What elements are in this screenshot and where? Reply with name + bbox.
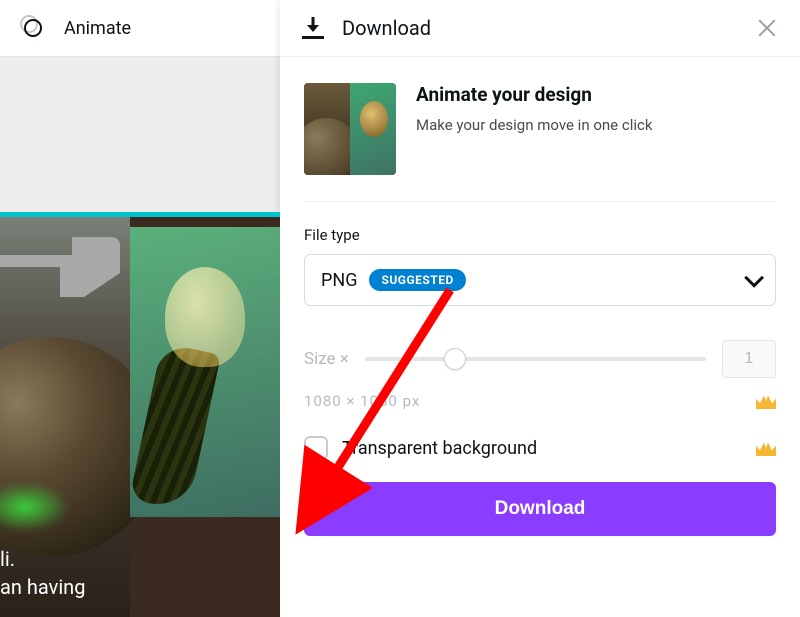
canvas-text-line2: an having [0,575,85,599]
canvas-text-line1: li. [0,547,15,571]
promo-thumbnail [304,83,396,175]
design-canvas[interactable]: li. an having [0,212,280,617]
promo-subtext: Make your design move in one click [416,116,652,134]
crown-icon [756,440,776,456]
dimensions-text: 1080 × 1080 px [304,392,420,410]
size-input[interactable] [722,340,776,378]
size-row: Size × [304,340,776,378]
close-icon[interactable] [756,17,778,39]
filetype-select[interactable]: PNG SUGGESTED [304,254,776,306]
transparent-bg-label: Transparent background [342,438,742,459]
suggested-badge: SUGGESTED [369,269,465,291]
animate-icon[interactable] [20,15,46,41]
top-toolbar-left: Animate [0,0,280,57]
size-slider-thumb[interactable] [444,348,466,370]
download-panel-title: Download [342,16,738,40]
download-panel-body: Animate your design Make your design mov… [280,57,800,536]
download-icon [302,17,324,39]
editor-left-area: Animate li. an having [0,0,280,617]
person-hair [129,343,221,512]
filetype-label: File type [304,226,776,244]
animate-button-label[interactable]: Animate [64,18,131,39]
download-panel: Download Animate your design Make your d… [280,0,800,617]
canvas-area: li. an having [0,57,280,617]
size-label: Size × [304,349,349,369]
promo-text: Animate your design Make your design mov… [416,83,652,175]
transparent-bg-checkbox[interactable] [304,436,328,460]
download-panel-header: Download [280,0,800,57]
person-face [165,267,245,367]
canvas-image-right [130,227,280,517]
chevron-down-icon [744,268,764,288]
faucet-graphic [0,237,120,297]
crown-icon [756,393,776,409]
animate-promo[interactable]: Animate your design Make your design mov… [304,83,776,202]
download-button[interactable]: Download [304,482,776,536]
transparent-bg-row: Transparent background [304,436,776,460]
filetype-value: PNG [321,270,357,291]
canvas-image-left [0,217,130,617]
size-slider[interactable] [365,357,706,361]
promo-heading: Animate your design [416,83,652,106]
dimensions-row: 1080 × 1080 px [304,392,776,410]
